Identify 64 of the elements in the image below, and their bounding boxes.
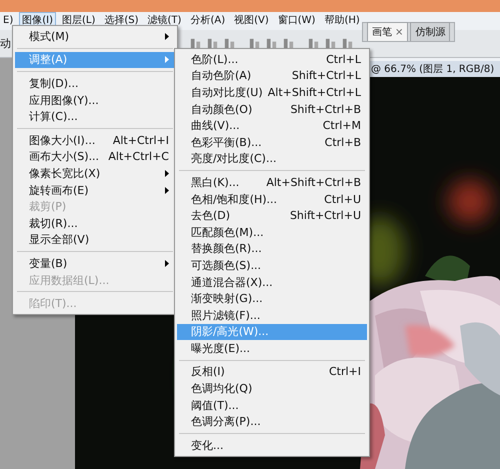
menu-item[interactable]: 可选颜色(S)... (177, 257, 367, 274)
menu-bar-item[interactable]: 帮助(H) (321, 12, 363, 30)
menu-item[interactable]: 阈值(T)... (177, 396, 367, 414)
menu-item[interactable]: 画布大小(S)... Alt+Ctrl+C (15, 148, 175, 166)
menu-item[interactable]: 色相/饱和度(H)... Ctrl+U (177, 190, 367, 208)
menu-item[interactable]: 模式(M) (15, 28, 175, 45)
menu-item[interactable]: 色调分离(P)... (177, 413, 367, 430)
options-label: 动 (0, 36, 11, 51)
close-icon[interactable]: × (395, 27, 404, 38)
menu-item[interactable]: 自动色阶(A) Shift+Ctrl+L (177, 68, 367, 84)
menu-bar-item[interactable]: 分析(A) (187, 12, 228, 30)
menu-item[interactable]: 通道混合器(X)... (177, 274, 367, 290)
menu-item[interactable]: 计算(C)... (15, 108, 175, 125)
menu-item[interactable]: 图像大小(I)... Alt+Ctrl+I (15, 132, 175, 149)
menu-item[interactable]: 显示全部(V) (15, 232, 175, 248)
align-icon[interactable] (282, 37, 295, 50)
menu-item[interactable]: 曲线(V)... Ctrl+M (177, 117, 367, 134)
menu-item[interactable]: 变化... (177, 437, 367, 454)
menu-item[interactable]: 像素长宽比(X) (15, 165, 175, 182)
menu-item[interactable]: 裁切(R)... (15, 214, 175, 232)
align-icon[interactable] (248, 37, 261, 50)
menu-item[interactable]: 匹配颜色(M)... (177, 224, 367, 241)
align-icon[interactable] (341, 37, 354, 50)
align-icon[interactable] (223, 37, 236, 50)
menu-item[interactable]: 复制(D)... (15, 75, 175, 92)
align-icon[interactable] (206, 37, 219, 50)
shortcut-text: Alt+Ctrl+I (112, 134, 169, 147)
panel-tab[interactable]: 仿制源 (410, 22, 450, 41)
shortcut-text: Ctrl+U (324, 192, 361, 206)
menu-item[interactable]: 渐变映射(G)... (177, 290, 367, 307)
menu-item[interactable]: 色调均化(Q) (177, 380, 367, 397)
menu-item[interactable]: 应用图像(Y)... (15, 92, 175, 108)
shortcut-text: Ctrl+I (328, 365, 361, 378)
shortcut-text: Shift+Ctrl+B (290, 102, 361, 116)
menu-item[interactable]: 黑白(K)... Alt+Shift+Ctrl+B (177, 174, 367, 191)
panel-tab[interactable]: 画笔 × (367, 22, 408, 41)
menu-bar-item[interactable]: E) (0, 12, 16, 30)
shortcut-text: Shift+Ctrl+L (292, 69, 361, 82)
shortcut-text: Alt+Shift+Ctrl+L (268, 86, 361, 99)
align-icon[interactable] (307, 37, 320, 50)
document-title: @ 66.7% (图层 1, RGB/8) (371, 63, 494, 76)
shortcut-text: Ctrl+B (324, 136, 361, 149)
menu-item[interactable]: 自动对比度(U) Alt+Shift+Ctrl+L (177, 84, 367, 101)
menu-item[interactable]: 反相(I) Ctrl+I (177, 364, 367, 380)
menu-item[interactable]: 去色(D) Shift+Ctrl+U (177, 207, 367, 224)
menu-item[interactable]: 照片滤镜(F)... (177, 306, 367, 324)
shortcut-text: Ctrl+L (326, 52, 361, 66)
shortcut-text: Shift+Ctrl+U (290, 209, 361, 222)
menu-item[interactable]: 亮度/对比度(C)... (177, 150, 367, 168)
menu-bar-item[interactable]: 视图(V) (231, 12, 272, 30)
align-icon[interactable] (265, 37, 278, 50)
menu-item[interactable]: 变量(B) (15, 255, 175, 272)
menu-item[interactable]: 曝光度(E)... (177, 340, 367, 357)
align-icon[interactable] (324, 37, 337, 50)
menu-item[interactable]: 色彩平衡(B)... Ctrl+B (177, 134, 367, 151)
menu-item[interactable]: 替换颜色(R)... (177, 240, 367, 258)
menu-bar-item[interactable]: 窗口(W) (274, 12, 318, 30)
shortcut-text: Alt+Shift+Ctrl+B (266, 176, 361, 189)
align-icon[interactable] (189, 37, 202, 50)
menu-item[interactable]: 色阶(L)... Ctrl+L (177, 51, 367, 68)
menu-item[interactable]: 旋转画布(E) (15, 182, 175, 198)
menu-item[interactable]: 自动颜色(O) Shift+Ctrl+B (177, 100, 367, 118)
shortcut-text: Ctrl+M (322, 119, 361, 132)
shortcut-text: Alt+Ctrl+C (108, 150, 169, 164)
